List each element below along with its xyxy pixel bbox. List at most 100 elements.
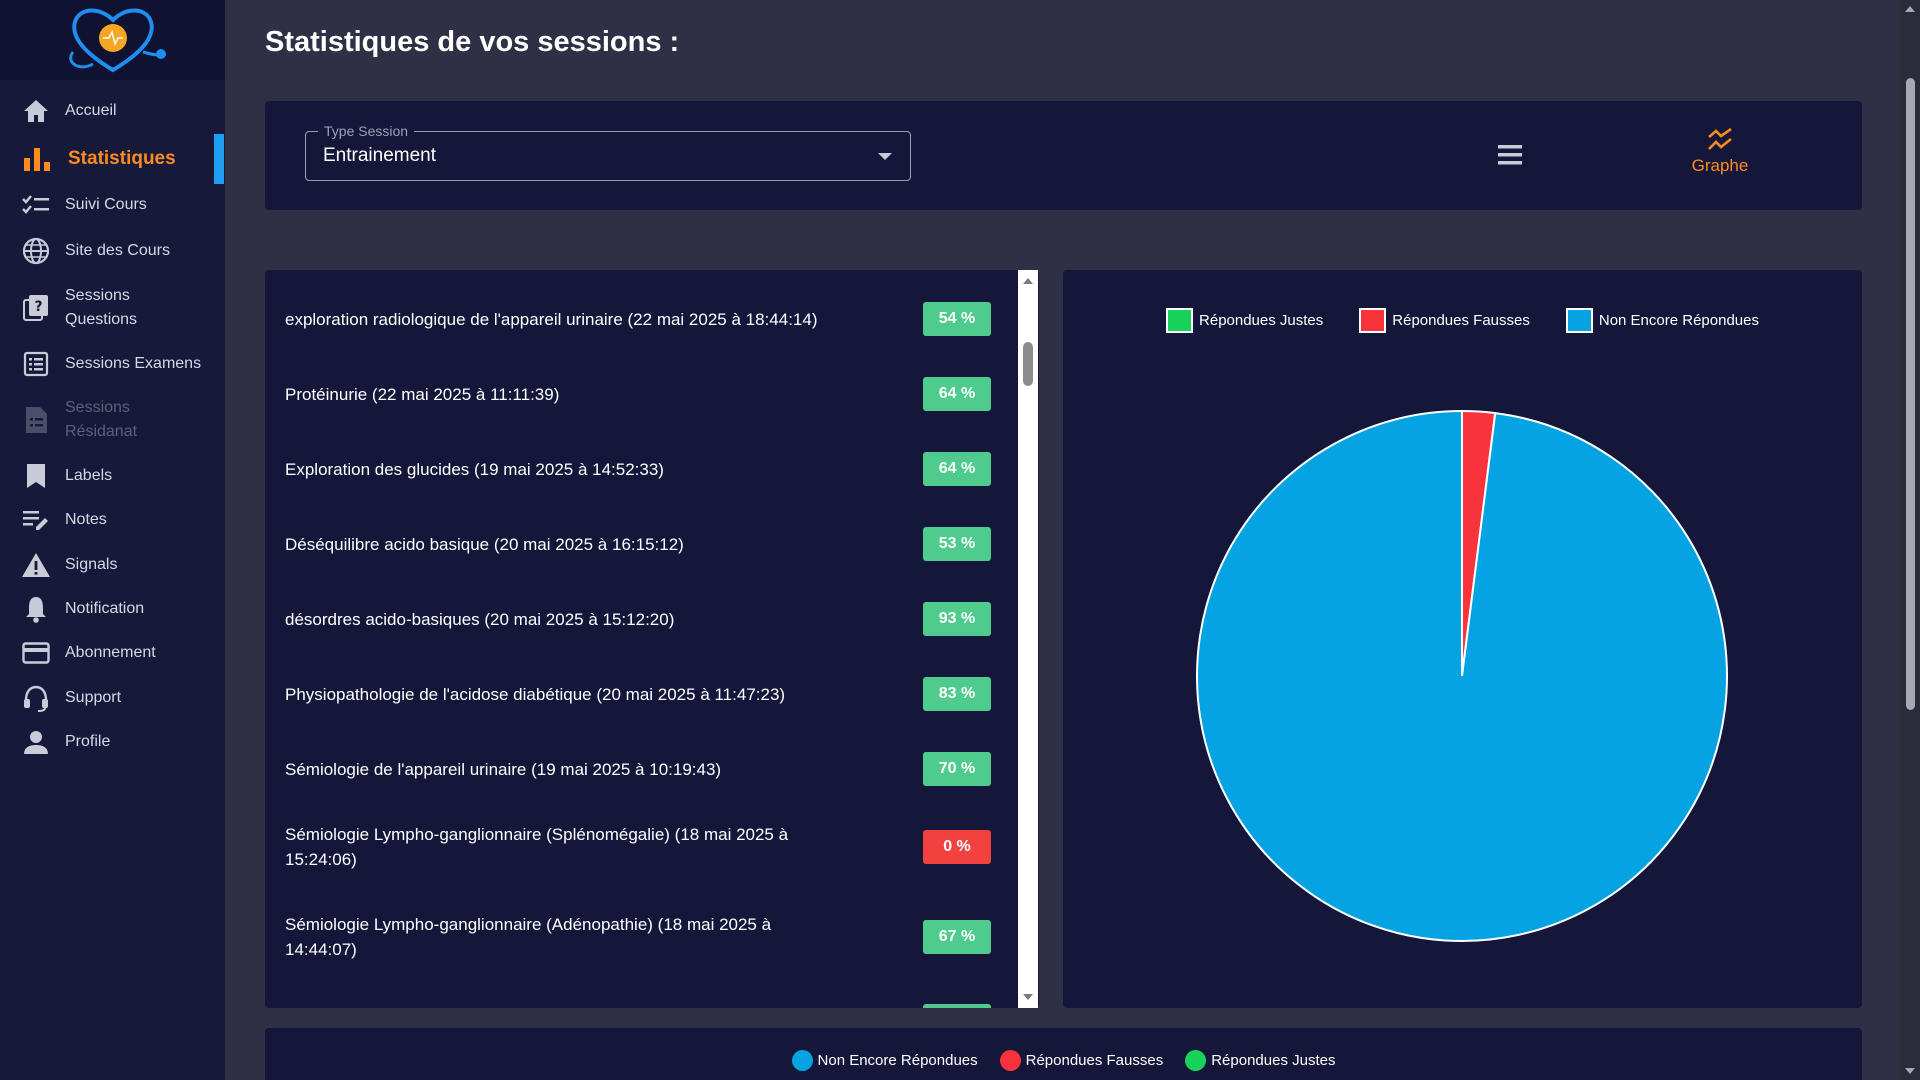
filter-card: Type Session Entrainement Graphe	[265, 101, 1862, 210]
sidebar-item-label: Labels	[65, 467, 113, 484]
legend-dot	[791, 1050, 813, 1071]
list-item[interactable]: Physiopathologie de l'acidose diabétique…	[265, 672, 1025, 716]
score-badge: 70 %	[923, 752, 991, 786]
sidebar: Accueil Statistiques Suivi Cours Site de…	[0, 0, 225, 1080]
bar-chart-icon	[22, 144, 52, 174]
menu-lines-icon	[1498, 145, 1522, 165]
legend-dot	[1185, 1050, 1207, 1071]
sidebar-item-support[interactable]: Support	[0, 683, 225, 713]
home-icon	[21, 96, 51, 126]
scroll-up-icon[interactable]	[1023, 278, 1033, 284]
sidebar-item-labels[interactable]: Labels	[0, 461, 225, 491]
sidebar-item-notification[interactable]: Notification	[0, 594, 225, 624]
scroll-down-icon[interactable]	[1905, 1068, 1915, 1074]
sidebar-item-label: Suivi Cours	[65, 196, 147, 213]
edit-note-icon	[21, 505, 51, 535]
session-name: Sémiologie de l'appareil urinaire (19 ma…	[285, 759, 722, 779]
chart-panel: Répondues Justes Répondues Fausses Non E…	[1063, 270, 1862, 1008]
list-alt-icon	[21, 349, 51, 379]
bookmark-icon	[21, 461, 51, 491]
sidebar-item-sessions-questions[interactable]: ? Sessions Questions	[0, 283, 225, 333]
credit-card-icon	[21, 638, 51, 668]
sidebar-item-site-des-cours[interactable]: Site des Cours	[0, 236, 225, 266]
session-name: exploration radiologique de l'appareil u…	[285, 309, 818, 329]
graph-label: Graphe	[1691, 156, 1749, 175]
legend-label: Non Encore Répondues	[817, 1052, 978, 1069]
sidebar-item-label: Sessions Examens	[65, 355, 202, 372]
sidebar-item-accueil[interactable]: Accueil	[0, 96, 225, 126]
svg-text:?: ?	[34, 299, 42, 315]
session-name: Protéinurie (22 mai 2025 à 11:11:39)	[285, 384, 560, 404]
headset-icon	[21, 683, 51, 713]
score-badge: 54 %	[923, 302, 991, 336]
bottom-legend: Non Encore Répondues Répondues Fausses R…	[265, 1050, 1862, 1071]
score-badge: 0 %	[923, 830, 991, 864]
score-badge: 64 %	[923, 377, 991, 411]
page-title: Statistiques de vos sessions :	[265, 26, 680, 58]
line-chart-icon	[1708, 128, 1732, 150]
sidebar-item-label: Statistiques	[68, 148, 176, 169]
list-item[interactable]: exploration radiologique de l'appareil u…	[265, 297, 1025, 341]
graph-view-button[interactable]: Graphe	[1675, 128, 1765, 188]
sidebar-item-sessions-residanat: Sessions Résidanat	[0, 395, 225, 445]
app-logo[interactable]	[0, 0, 225, 80]
sidebar-item-profile[interactable]: Profile	[0, 727, 225, 757]
warning-icon	[21, 550, 51, 580]
list-item[interactable]: Exploration des glucides (19 mai 2025 à …	[265, 447, 1025, 491]
score-badge: 83 %	[923, 677, 991, 711]
session-name: Physiopathologie de l'acidose diabétique…	[285, 684, 786, 704]
select-label: Type Session	[318, 123, 415, 139]
bottom-legend-item[interactable]: Non Encore Répondues	[791, 1050, 978, 1071]
sidebar-item-abonnement[interactable]: Abonnement	[0, 638, 225, 668]
sidebar-item-suivi-cours[interactable]: Suivi Cours	[0, 190, 225, 220]
bottom-legend-item[interactable]: Répondues Justes	[1185, 1050, 1335, 1071]
list-item[interactable]: Protéinurie (22 mai 2025 à 11:11:39) 64 …	[265, 372, 1025, 416]
select-value: Entrainement	[323, 145, 437, 166]
score-badge: 64 %	[923, 452, 991, 486]
next-score-badge-partial	[923, 1004, 991, 1008]
pie-slice-non-encore-répondues[interactable]	[1196, 409, 1728, 942]
sidebar-item-label: Support	[65, 689, 122, 706]
scroll-thumb[interactable]	[1023, 342, 1033, 386]
sidebar-item-signals[interactable]: Signals	[0, 550, 225, 580]
sidebar-item-statistiques[interactable]: Statistiques	[0, 143, 225, 175]
bottom-chart-card: Non Encore Répondues Répondues Fausses R…	[265, 1028, 1862, 1080]
sidebar-item-label: Signals	[65, 556, 118, 573]
scroll-thumb[interactable]	[1906, 78, 1915, 710]
list-item[interactable]: Sémiologie de l'appareil urinaire (19 ma…	[265, 747, 1025, 791]
session-name: Sémiologie Lympho-ganglionnaire (Adénopa…	[285, 915, 772, 959]
sidebar-item-sessions-examens[interactable]: Sessions Examens	[0, 349, 225, 379]
list-item[interactable]: Déséquilibre acido basique (20 mai 2025 …	[265, 522, 1025, 566]
checklist-icon	[21, 190, 51, 220]
session-name: Exploration des glucides (19 mai 2025 à …	[285, 459, 664, 479]
legend-dot	[999, 1050, 1021, 1071]
score-badge: 53 %	[923, 527, 991, 561]
sidebar-item-label: Notes	[65, 511, 107, 528]
list-item[interactable]: Sémiologie Lympho-ganglionnaire (Adénopa…	[265, 907, 1025, 967]
person-icon	[21, 727, 51, 757]
pie-chart	[1196, 409, 1728, 942]
sessions-list: exploration radiologique de l'appareil u…	[265, 270, 1039, 1008]
document-icon	[21, 405, 51, 435]
page-scrollbar[interactable]	[1900, 0, 1920, 1080]
sidebar-item-label: Profile	[65, 733, 111, 750]
bell-icon	[21, 594, 51, 624]
list-item[interactable]: désordres acido-basiques (20 mai 2025 à …	[265, 597, 1025, 641]
session-name: désordres acido-basiques (20 mai 2025 à …	[285, 609, 675, 629]
scroll-down-icon[interactable]	[1023, 994, 1033, 1000]
active-indicator	[214, 134, 224, 184]
session-type-select[interactable]: Type Session Entrainement	[305, 123, 911, 181]
sidebar-item-notes[interactable]: Notes	[0, 505, 225, 535]
list-item[interactable]: Sémiologie Lympho-ganglionnaire (Splénom…	[265, 817, 1025, 877]
scroll-up-icon[interactable]	[1905, 6, 1915, 12]
bottom-legend-item[interactable]: Répondues Fausses	[999, 1050, 1163, 1071]
list-scrollbar[interactable]	[1018, 270, 1038, 1008]
score-badge: 93 %	[923, 602, 991, 636]
score-badge: 67 %	[923, 920, 991, 954]
list-view-button[interactable]	[1490, 140, 1530, 170]
sidebar-item-label: Notification	[65, 600, 145, 617]
question-book-icon: ?	[21, 293, 51, 323]
session-name: Déséquilibre acido basique (20 mai 2025 …	[285, 534, 684, 554]
caret-down-icon	[878, 153, 892, 160]
sidebar-item-label: Sessions Résidanat	[65, 399, 138, 440]
